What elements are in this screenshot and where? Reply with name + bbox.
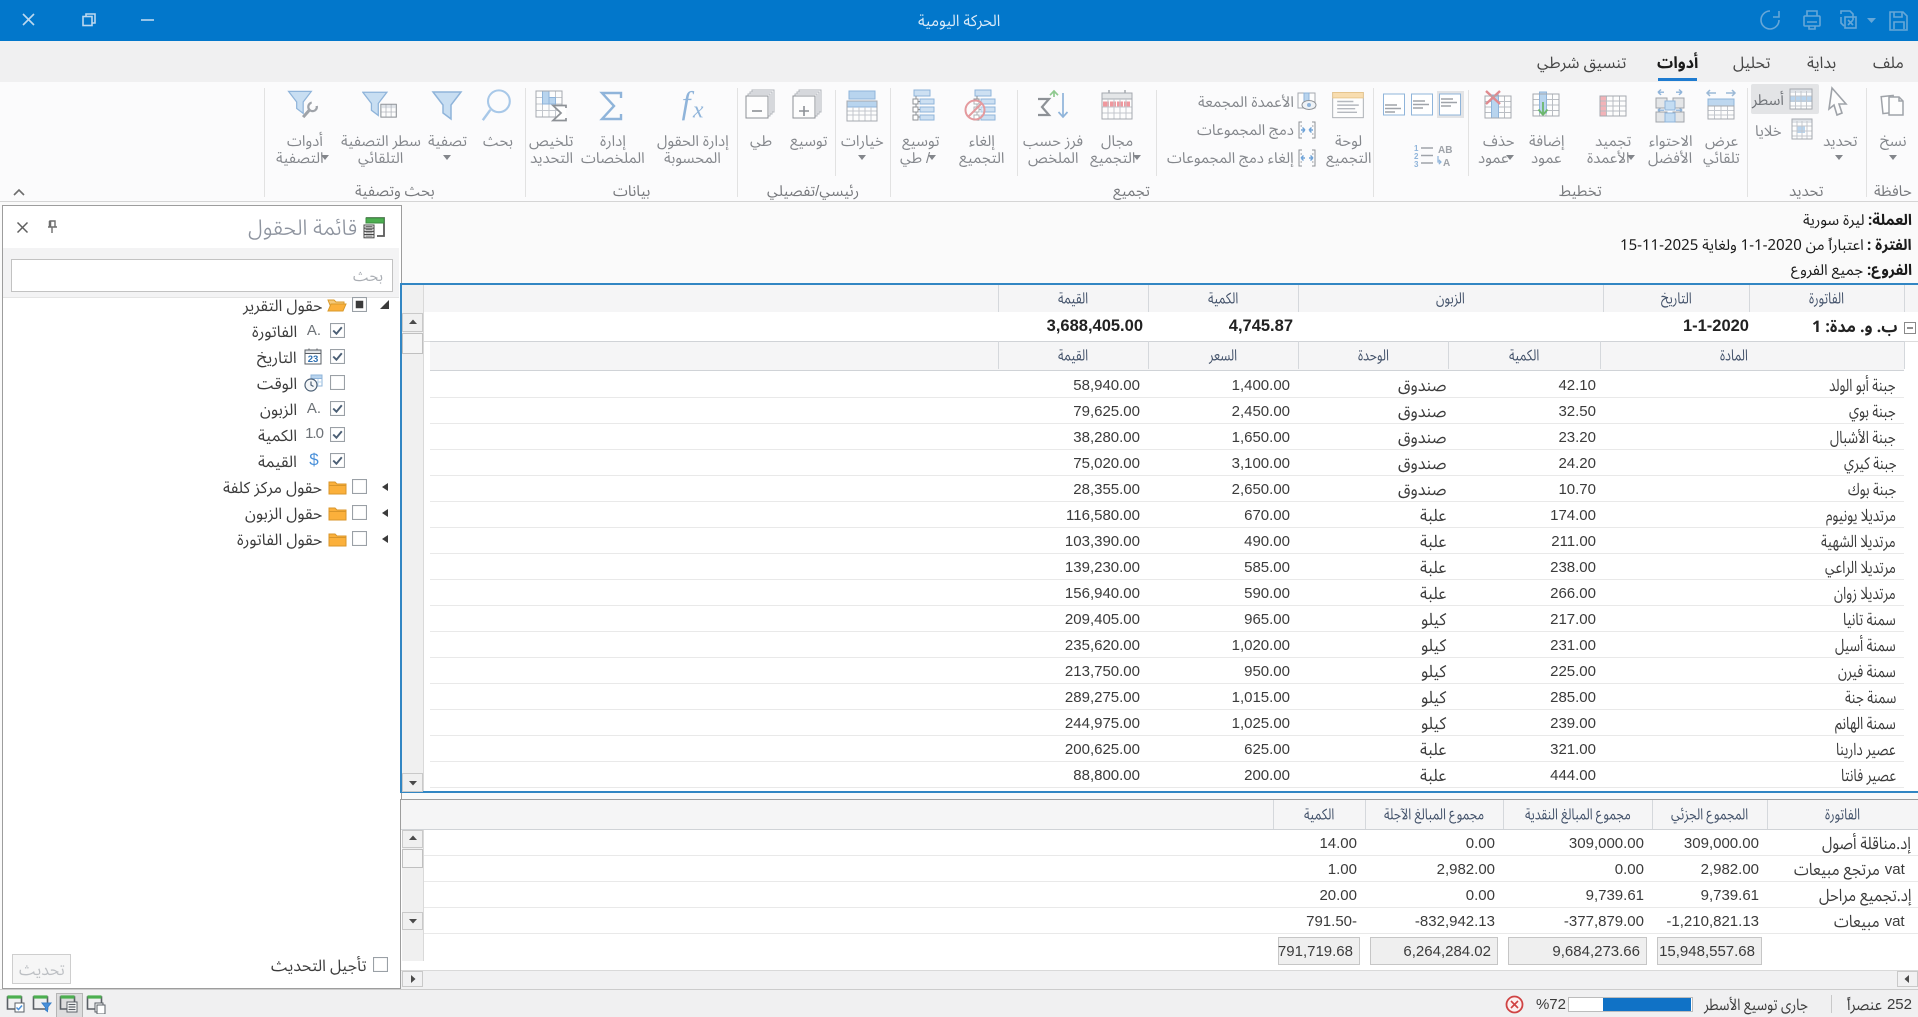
svg-text:23: 23 bbox=[308, 354, 319, 365]
svg-text:A: A bbox=[1443, 158, 1450, 169]
svg-text:3: 3 bbox=[1414, 160, 1419, 169]
svg-text:AB: AB bbox=[1438, 145, 1452, 156]
